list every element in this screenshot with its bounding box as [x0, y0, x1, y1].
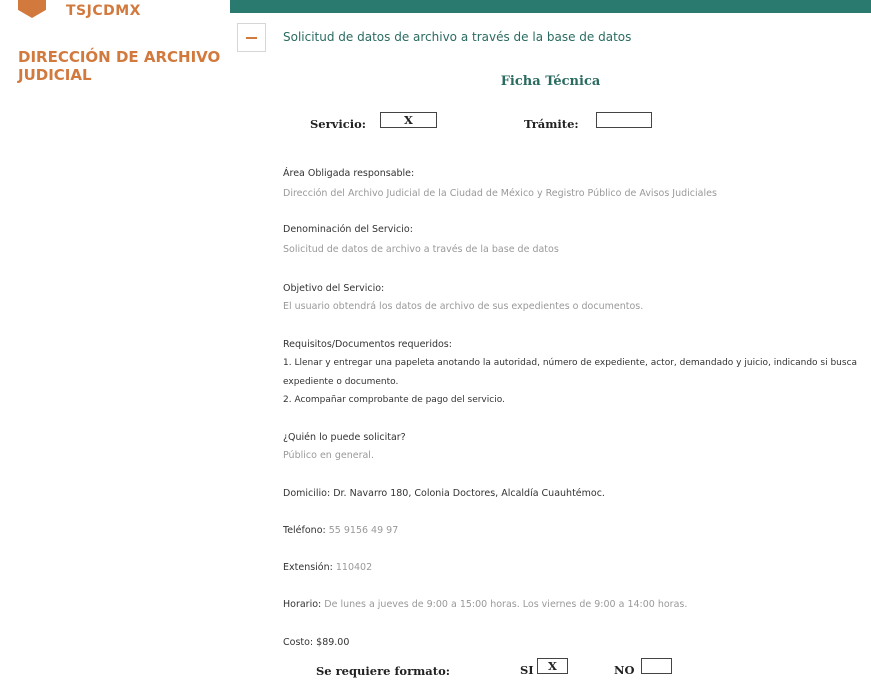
horario-value: De lunes a jueves de 9:00 a 15:00 horas.… — [324, 599, 688, 610]
denominacion-value: Solicitud de datos de archivo a través d… — [283, 244, 559, 255]
formato-label: Se requiere formato: — [316, 664, 450, 678]
tramite-label: Trámite: — [524, 117, 579, 131]
quien-label: ¿Quién lo puede solicitar? — [283, 432, 406, 443]
ficha-heading: Ficha Técnica — [500, 74, 601, 89]
costo: Costo: $89.00 — [283, 637, 350, 648]
extension-label: Extensión: — [283, 562, 333, 573]
requisitos-item-2: 2. Acompañar comprobante de pago del ser… — [283, 395, 505, 405]
section-title: DIRECCIÓN DE ARCHIVO JUDICIAL — [18, 48, 221, 84]
servicio-box: X — [380, 112, 437, 128]
objetivo-label: Objetivo del Servicio: — [283, 283, 385, 294]
shield-logo-icon — [18, 0, 46, 18]
telefono-value: 55 9156 49 97 — [328, 525, 399, 536]
extension-row: Extensión: 110402 — [283, 562, 372, 573]
no-box — [641, 658, 672, 674]
extension-value: 110402 — [335, 562, 373, 573]
requisitos-item-1-cont: expediente o documento. — [283, 377, 399, 387]
requisitos-item-1: 1. Llenar y entregar una papeleta anotan… — [283, 358, 858, 368]
si-label: SI — [520, 663, 534, 677]
telefono-label: Teléfono: — [283, 525, 326, 536]
tramite-box — [596, 112, 652, 128]
collapse-minus-icon[interactable] — [237, 23, 266, 52]
telefono-row: Teléfono: 55 9156 49 97 — [283, 525, 398, 536]
accordion-title[interactable]: Solicitud de datos de archivo a través d… — [283, 30, 631, 44]
area-value: Dirección del Archivo Judicial de la Ciu… — [283, 188, 717, 199]
horario-row: Horario: De lunes a jueves de 9:00 a 15:… — [283, 599, 687, 610]
no-label: NO — [614, 663, 635, 677]
horario-label: Horario: — [283, 599, 322, 610]
domicilio: Domicilio: Dr. Navarro 180, Colonia Doct… — [283, 488, 605, 499]
servicio-label: Servicio: — [310, 117, 367, 131]
logo-text: TSJCDMX — [66, 3, 141, 19]
area-label: Área Obligada responsable: — [283, 168, 415, 179]
main-content: Solicitud de datos de archivo a través d… — [230, 13, 871, 686]
requisitos-label: Requisitos/Documentos requeridos: — [283, 339, 452, 350]
si-box: X — [537, 658, 568, 674]
denominacion-label: Denominación del Servicio: — [283, 224, 413, 235]
objetivo-value: El usuario obtendrá los datos de archivo… — [283, 301, 644, 312]
sidebar: TSJCDMX DIRECCIÓN DE ARCHIVO JUDICIAL — [0, 0, 230, 686]
quien-value: Público en general. — [283, 450, 374, 461]
